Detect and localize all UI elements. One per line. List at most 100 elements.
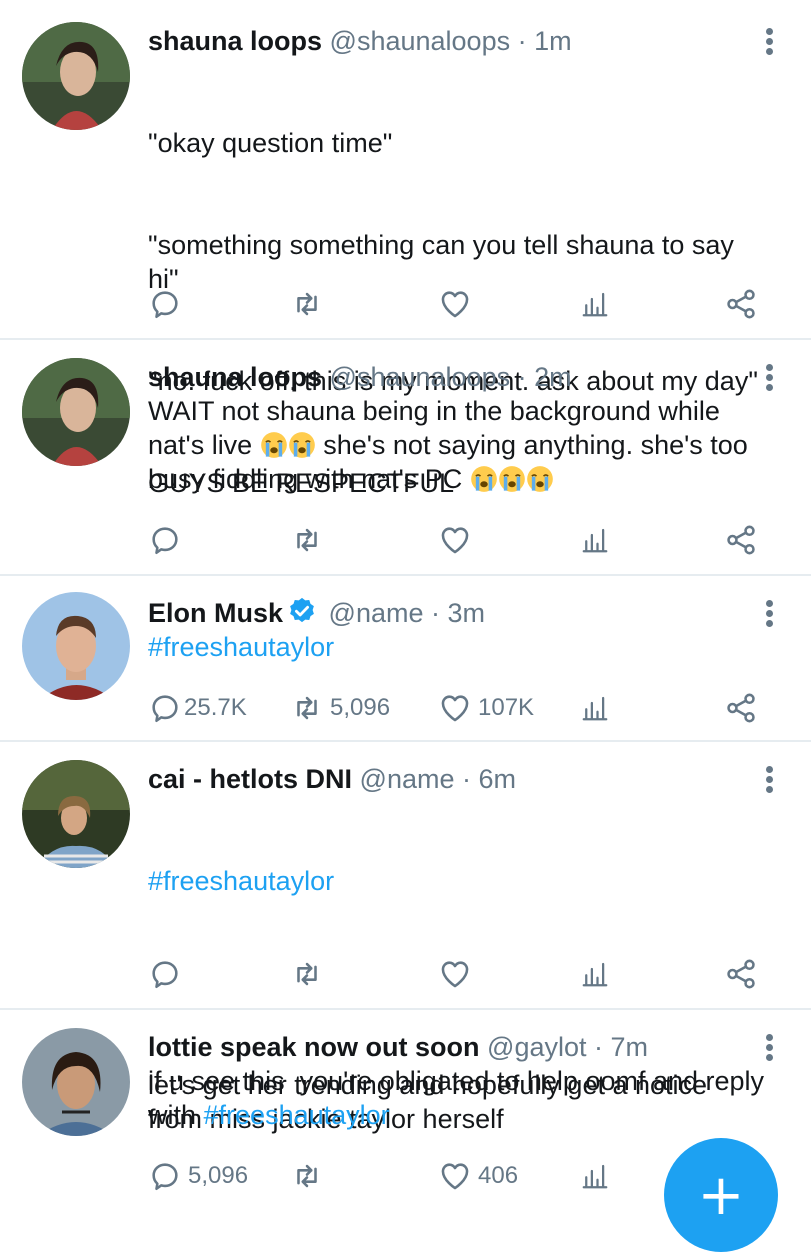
user-handle[interactable]: @name xyxy=(360,764,455,794)
hashtag-link[interactable]: #freeshautaylor xyxy=(204,1100,390,1130)
more-options-icon[interactable] xyxy=(763,364,775,394)
tweet[interactable]: shauna loops @shaunaloops · 2m WAIT not … xyxy=(0,340,811,576)
timestamp[interactable]: · 7m xyxy=(594,1032,648,1062)
more-options-icon[interactable] xyxy=(763,766,775,796)
tweet[interactable]: cai - hetlots DNI @name · 6m #freeshauta… xyxy=(0,742,811,1134)
reply-icon xyxy=(148,523,182,557)
verified-badge-icon xyxy=(290,597,314,623)
avatar[interactable] xyxy=(22,22,130,130)
analytics-button[interactable] xyxy=(580,284,610,324)
analytics-icon xyxy=(580,691,610,725)
display-name[interactable]: shauna loops xyxy=(148,26,322,56)
reply-icon xyxy=(148,957,182,991)
display-name[interactable]: shauna loops xyxy=(148,362,322,392)
like-count: 406 xyxy=(478,1162,519,1189)
retweet-button[interactable] xyxy=(290,284,330,324)
like-button[interactable] xyxy=(438,954,478,994)
reply-button[interactable] xyxy=(148,520,188,560)
display-name[interactable]: Elon Musk xyxy=(148,598,283,628)
retweet-icon xyxy=(290,523,324,557)
share-button[interactable] xyxy=(724,284,758,324)
user-handle[interactable]: @name xyxy=(329,598,424,628)
retweet-button[interactable] xyxy=(290,954,330,994)
retweet-icon xyxy=(290,691,324,725)
like-count: 107K xyxy=(478,694,535,721)
reply-icon xyxy=(148,287,182,321)
timestamp[interactable]: · 2m xyxy=(518,362,572,392)
timestamp[interactable]: · 3m xyxy=(431,598,485,628)
compose-icon: + xyxy=(697,1163,745,1228)
tweet-text: WAIT not shauna being in the background … xyxy=(148,394,778,496)
more-options-icon[interactable] xyxy=(763,1034,775,1064)
analytics-button[interactable] xyxy=(580,688,610,728)
display-name[interactable]: cai - hetlots DNI xyxy=(148,764,352,794)
reply-button[interactable] xyxy=(148,954,188,994)
avatar[interactable] xyxy=(22,760,130,868)
avatar[interactable] xyxy=(22,358,130,466)
action-bar: 25.7K 5,096 107K xyxy=(148,688,761,728)
analytics-button[interactable] xyxy=(580,954,610,994)
like-button[interactable] xyxy=(438,520,478,560)
analytics-icon xyxy=(580,957,610,991)
loudly-crying-face-emoji xyxy=(470,465,498,493)
analytics-button[interactable] xyxy=(580,1156,610,1196)
loudly-crying-face-emoji xyxy=(288,431,316,459)
tweet-header: shauna loops @shaunaloops · 2m xyxy=(148,360,751,394)
tweet-header: shauna loops @shaunaloops · 1m xyxy=(148,24,751,58)
like-button[interactable] xyxy=(438,284,478,324)
reply-icon xyxy=(148,691,182,725)
reply-count: 5,096 xyxy=(188,1162,249,1189)
reply-button[interactable]: 25.7K xyxy=(148,688,247,728)
hashtag-link[interactable]: #freeshautaylor xyxy=(148,866,334,896)
reply-count: 25.7K xyxy=(184,694,247,721)
share-button[interactable] xyxy=(724,688,758,728)
tweet-line: "okay question time" xyxy=(148,128,393,158)
share-button[interactable] xyxy=(724,954,758,994)
retweet-icon xyxy=(290,957,324,991)
like-icon xyxy=(438,691,472,725)
hashtag-link[interactable]: #freeshautaylor xyxy=(148,632,334,662)
tweet-header: Elon Musk @name · 3m xyxy=(148,596,751,630)
share-icon xyxy=(724,523,758,557)
analytics-button[interactable] xyxy=(580,520,610,560)
tweet[interactable]: Elon Musk @name · 3m #freeshautaylor 25.… xyxy=(0,576,811,742)
action-bar xyxy=(148,284,761,324)
retweet-button[interactable] xyxy=(290,520,330,560)
like-icon xyxy=(438,957,472,991)
action-bar xyxy=(148,520,761,560)
like-icon xyxy=(438,1159,472,1193)
analytics-icon xyxy=(580,287,610,321)
like-icon xyxy=(438,287,472,321)
display-name[interactable]: lottie speak now out soon xyxy=(148,1032,480,1062)
tweet-text: #freeshautaylor xyxy=(148,630,751,664)
tweet[interactable]: shauna loops @shaunaloops · 1m "okay que… xyxy=(0,0,811,498)
share-icon xyxy=(724,691,758,725)
more-options-icon[interactable] xyxy=(763,28,775,58)
reply-button[interactable] xyxy=(148,284,188,324)
tweet-header: lottie speak now out soon @gaylot · 7m xyxy=(148,1030,751,1064)
user-handle[interactable]: @shaunaloops xyxy=(330,26,511,56)
retweet-button[interactable]: 5,096 xyxy=(290,688,390,728)
tweet-header: cai - hetlots DNI @name · 6m xyxy=(148,762,751,796)
like-button[interactable]: 406 xyxy=(438,1156,518,1196)
user-handle[interactable]: @gaylot xyxy=(487,1032,586,1062)
retweet-icon xyxy=(290,1159,324,1193)
like-button[interactable]: 107K xyxy=(438,688,534,728)
more-options-icon[interactable] xyxy=(763,600,775,630)
share-button[interactable] xyxy=(724,520,758,560)
avatar[interactable] xyxy=(22,592,130,700)
share-icon xyxy=(724,287,758,321)
tweet-text: if u see this you're obligated to help o… xyxy=(148,1064,768,1132)
timestamp[interactable]: · 1m xyxy=(518,26,572,56)
retweet-button[interactable] xyxy=(290,1156,330,1196)
compose-button[interactable]: + xyxy=(664,1138,778,1252)
timestamp[interactable]: · 6m xyxy=(462,764,516,794)
share-icon xyxy=(724,957,758,991)
retweet-icon xyxy=(290,287,324,321)
user-handle[interactable]: @shaunaloops xyxy=(330,362,511,392)
loudly-crying-face-emoji xyxy=(498,465,526,493)
avatar[interactable] xyxy=(22,1028,130,1136)
loudly-crying-face-emoji xyxy=(526,465,554,493)
action-bar xyxy=(148,954,761,994)
reply-button[interactable]: 5,096 xyxy=(148,1156,248,1196)
